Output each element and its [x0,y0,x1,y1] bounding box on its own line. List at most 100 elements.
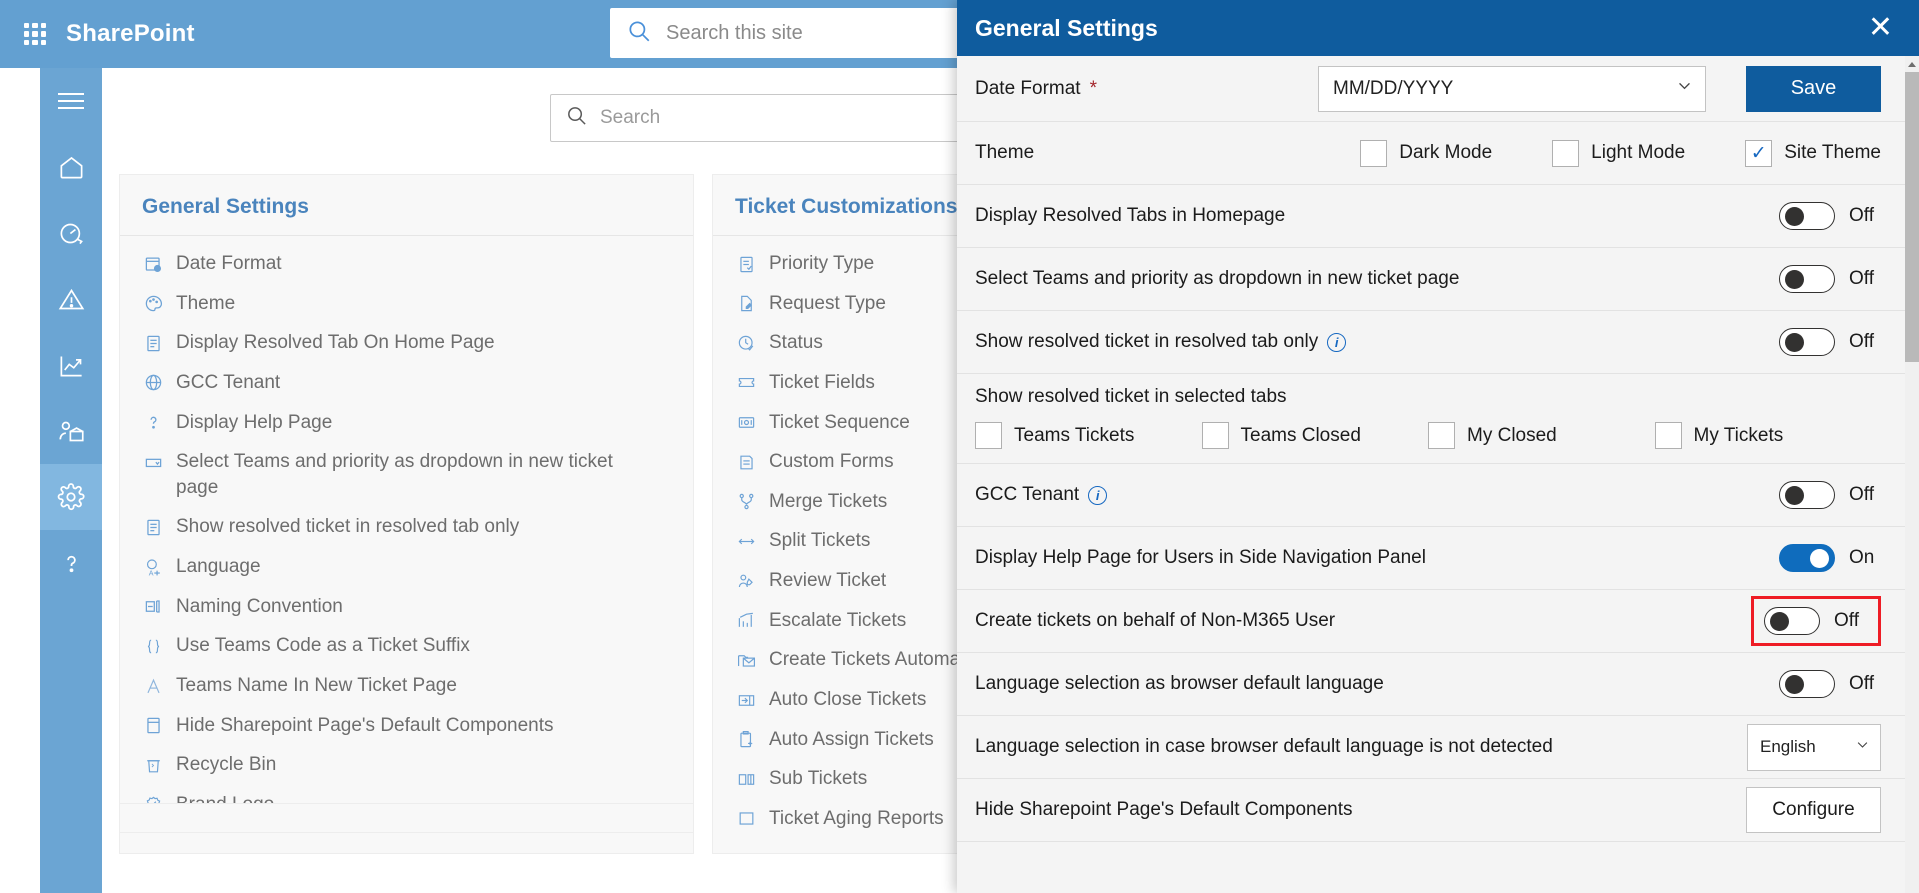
list-item[interactable]: Priority Type [713,244,997,284]
split-icon [735,530,757,552]
checkbox-box[interactable] [1201,422,1229,449]
list-item[interactable]: Display Help Page [120,403,693,443]
checkbox-my-closed[interactable]: My Closed [1428,422,1655,449]
list-item-label: Ticket Sequence [769,411,910,433]
list-item[interactable]: Ticket Sequence [713,403,997,443]
row-display-resolved-tabs: Display Resolved Tabs in Homepage Off [957,185,1905,248]
list-item-label: Date Format [176,253,282,274]
question-icon [142,412,164,434]
list-item[interactable]: Escalate Tickets [713,601,997,641]
list-item-label: Custom Forms [769,451,894,473]
list-item[interactable]: Create Tickets Automatically [713,640,1008,680]
list-item[interactable]: Review Ticket [713,561,997,601]
list-item[interactable]: Use Teams Code as a Ticket Suffix [120,626,693,666]
checkbox-box[interactable] [1552,139,1580,167]
checkbox-site-theme[interactable]: ✓ Site Theme [1745,139,1881,167]
card-ticket-customizations: Ticket Customizations Priority Type Requ… [712,174,1008,854]
save-button[interactable]: Save [1746,65,1881,112]
braces-icon [142,635,164,657]
checkbox-box[interactable]: ✓ [1745,139,1773,167]
checkbox-teams-tickets[interactable]: Teams Tickets [975,422,1202,449]
show-resolved-only-toggle[interactable] [1779,328,1835,356]
list-item-label: Hide Sharepoint Page's Default Component… [176,714,554,736]
reports-chart-icon[interactable] [40,332,102,398]
card-title: General Settings [120,175,693,236]
settings-cards: General Settings Date Format Theme Displ… [119,174,1008,854]
list-item[interactable]: Display Resolved Tab On Home Page [120,323,693,363]
close-icon[interactable]: ✕ [1862,13,1899,43]
list-item[interactable]: Teams Name In New Ticket Page [120,666,693,706]
toggle-group: Off [1779,670,1881,698]
row-label-text: Theme [975,142,1035,163]
gcc-tenant-toggle[interactable] [1779,481,1835,509]
page-icon [142,715,164,737]
screen: SharePoint Search this site Search Gener… [0,0,1919,893]
toggle-group: On [1779,544,1881,572]
list-item-label: Priority Type [769,253,875,274]
checkbox-light-mode[interactable]: Light Mode [1552,139,1685,167]
list-item[interactable]: Auto Assign Tickets [713,720,997,760]
list-item[interactable]: Hide Sharepoint Page's Default Component… [120,706,693,746]
display-resolved-tabs-toggle[interactable] [1779,202,1835,230]
list-item[interactable]: Custom Forms [713,442,997,482]
square-icon [735,808,757,830]
list-item[interactable]: Show resolved ticket in resolved tab onl… [120,507,693,547]
sharepoint-brand[interactable]: SharePoint [66,20,195,48]
display-help-page-toggle[interactable] [1779,544,1835,572]
list-item-label: Display Help Page [176,411,333,433]
row-label-text: Date Format [975,77,1081,99]
checkbox-dark-mode[interactable]: Dark Mode [1360,139,1492,167]
checkbox-my-tickets[interactable]: My Tickets [1654,422,1882,449]
card-placeholder [119,803,694,833]
select-teams-priority-toggle[interactable] [1779,265,1835,293]
list-item[interactable]: Status [713,323,997,363]
checkbox-box[interactable] [975,422,1002,449]
help-question-icon[interactable] [40,530,102,596]
list-item[interactable]: Select Teams and priority as dropdown in… [120,442,693,507]
list-item-label: Show resolved ticket in resolved tab onl… [176,516,520,538]
checkbox-box[interactable] [1428,422,1455,449]
list-item[interactable]: Ticket Aging Reports [713,799,997,839]
panel-scrollbar[interactable] [1905,56,1919,893]
alert-icon[interactable] [40,266,102,332]
configure-button[interactable]: Configure [1746,787,1881,833]
scroll-up-icon[interactable] [1905,56,1919,72]
list-item[interactable]: Naming Convention [120,587,693,627]
list-item[interactable]: GCC Tenant [120,363,693,403]
card-list: Priority Type Request Type Status Ticket… [713,236,1008,853]
palette-icon [142,293,164,315]
row-gcc-tenant: GCC Tenant i Off [957,464,1905,527]
scrollbar-thumb[interactable] [1905,72,1919,362]
list-item[interactable]: Request Type [713,284,997,324]
row-create-behalf: Create tickets on behalf of Non-M365 Use… [957,590,1905,653]
checkbox-box[interactable] [1360,139,1388,167]
info-icon[interactable]: i [1327,332,1347,352]
create-behalf-toggle[interactable] [1764,607,1820,635]
list-item[interactable]: Auto Close Tickets [713,680,997,720]
dashboard-icon[interactable] [40,200,102,266]
list-item[interactable]: Sub Tickets [713,759,997,799]
list-item[interactable]: Split Tickets [713,521,997,561]
list-item[interactable]: Theme [120,284,693,324]
waffle-icon[interactable] [18,17,52,51]
teams-icon[interactable] [40,398,102,464]
language-browser-default-toggle[interactable] [1779,670,1835,698]
list-item[interactable]: Date Format [120,244,693,284]
date-format-select[interactable]: MM/DD/YYYY [1318,65,1706,112]
hamburger-icon[interactable] [40,68,102,134]
settings-gear-icon[interactable] [40,464,102,530]
language-fallback-select[interactable]: English [1747,723,1881,771]
info-icon[interactable]: i [1088,485,1108,505]
list-item[interactable]: Recycle Bin [120,745,693,785]
list-item[interactable]: A Language [120,547,693,587]
home-icon[interactable] [40,134,102,200]
globe-icon [142,372,164,394]
checkbox-label: Teams Tickets [1014,424,1135,446]
left-nav-rail [40,68,102,893]
row-select-teams-priority: Select Teams and priority as dropdown in… [957,248,1905,311]
checkbox-teams-closed[interactable]: Teams Closed [1201,422,1429,449]
list-item[interactable]: Merge Tickets [713,482,997,522]
checkbox-label: Site Theme [1784,142,1881,163]
list-item[interactable]: Ticket Fields [713,363,997,403]
checkbox-box[interactable] [1654,422,1682,449]
